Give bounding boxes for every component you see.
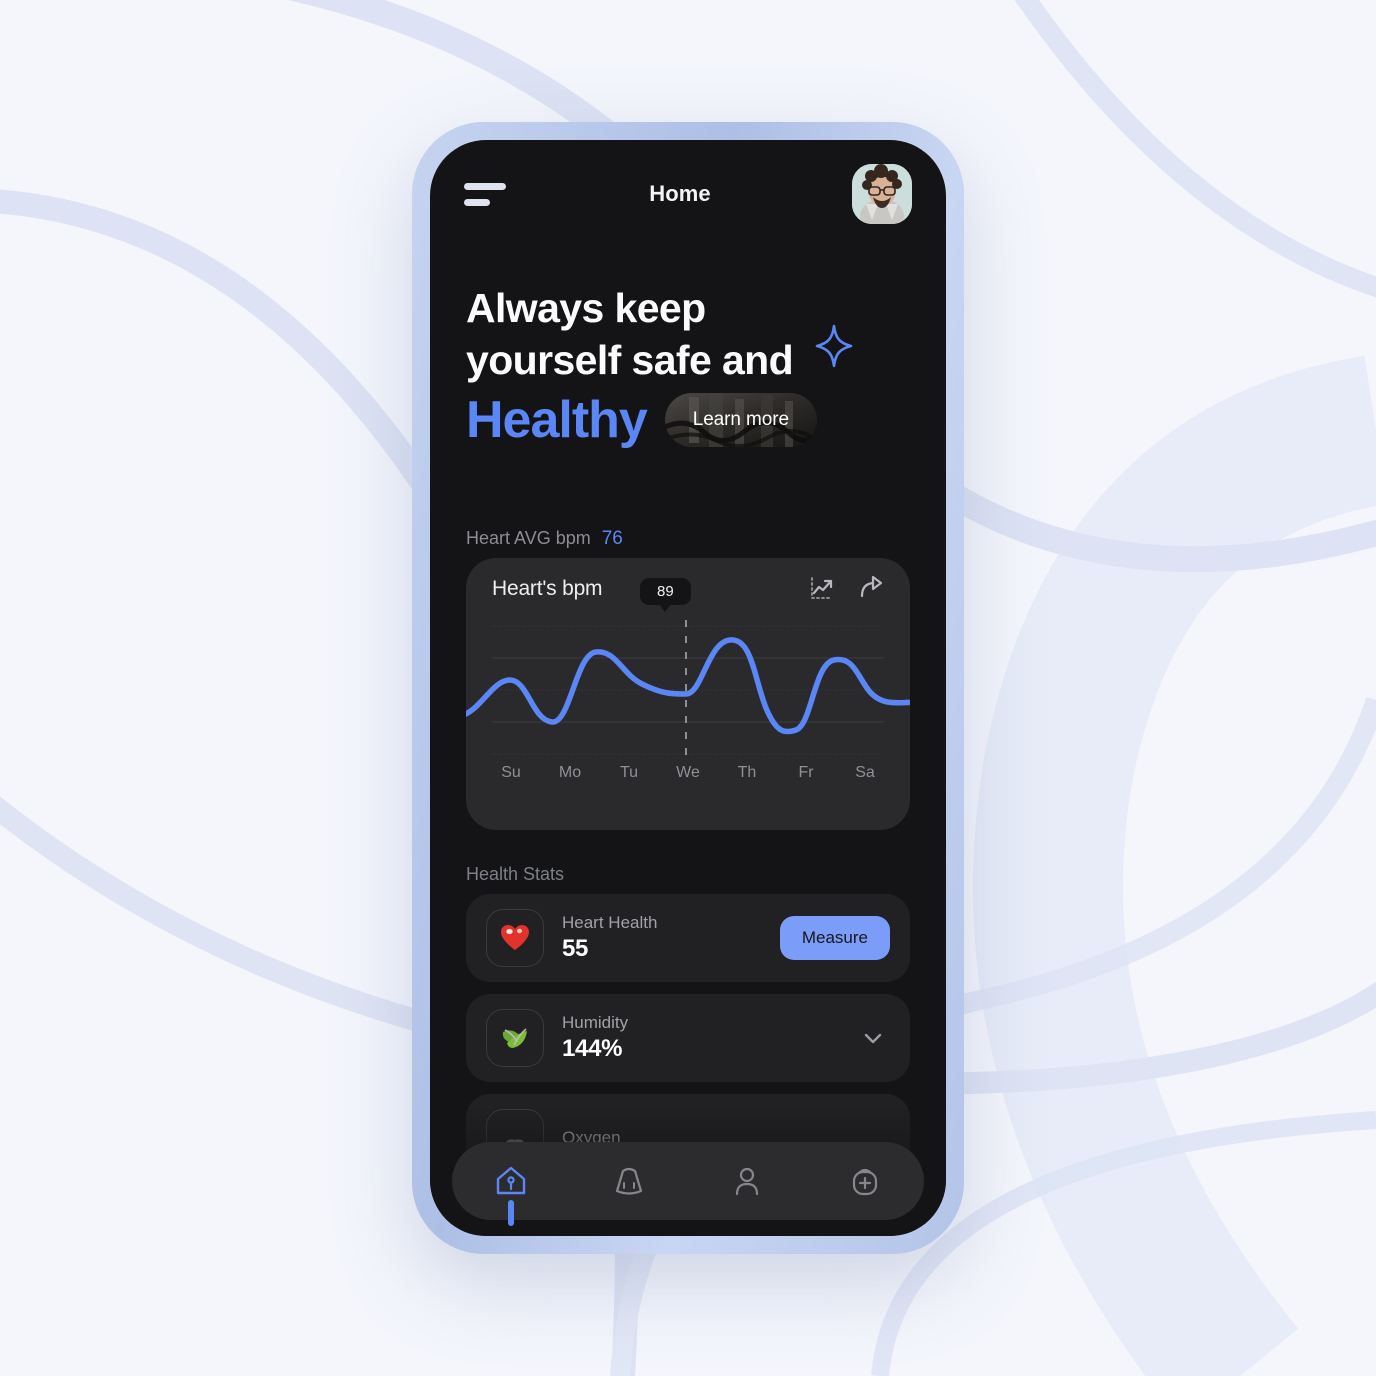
bpm-tooltip-tail [659,604,672,612]
chart-line-series [466,637,910,735]
stat-value: 55 [562,935,589,962]
bag-icon [615,1167,643,1195]
avatar-image [852,164,912,224]
bpm-tooltip-badge: 89 [640,578,691,612]
bpm-tooltip-value: 89 [657,583,674,600]
chevron-down-icon[interactable] [856,1021,890,1055]
page-canvas: Home Always keep yourself safe and Healt… [0,0,1376,1376]
phone-frame: Home Always keep yourself safe and Healt… [412,122,964,1254]
heart-avg-value: 76 [601,528,623,549]
chart-actions [808,574,886,602]
heart-avg-label: Heart AVG bpm [466,528,591,548]
nav-item-bag[interactable] [600,1152,658,1210]
health-stats-heading: Health Stats [466,864,565,884]
heart-avg-row: Heart AVG bpm 76 [466,528,623,550]
stat-row-humidity[interactable]: Humidity 144% [466,994,910,1082]
bottom-navigation-bar [452,1142,924,1226]
nav-item-profile[interactable] [718,1152,776,1210]
chart-gridlines [492,625,884,755]
stat-row-heart-health[interactable]: Heart Health 55 Measure [466,894,910,982]
chart-day-label-3: We [676,764,700,781]
nav-active-indicator [508,1200,514,1226]
hero-accent-word: Healthy [466,391,648,449]
home-icon [496,1166,526,1195]
stat-name: Humidity [562,1013,629,1032]
chart-title: Heart's bpm [492,577,603,600]
chart-day-label-1: Mo [558,764,582,781]
chart-day-label-4: Th [737,764,757,781]
hamburger-bar-top [464,182,506,190]
nav-item-add[interactable] [836,1152,894,1210]
measure-button[interactable]: Measure [779,916,890,960]
chart-day-label-2: Tu [619,764,639,781]
line-chart-icon[interactable] [808,574,836,602]
hero-accent-row: Healthy Learn more [466,389,910,451]
stat-value: 144% [562,1035,623,1062]
heart-icon [486,909,544,967]
learn-more-button[interactable]: Learn more [664,393,817,447]
app-topbar: Home [430,140,946,248]
learn-more-label: Learn more [692,409,789,430]
chart-day-label-0: Su [501,764,521,781]
hamburger-icon[interactable] [464,179,508,209]
chart-day-labels: Su Mo Tu We Th Fr Sa [488,764,888,782]
chart-day-label-5: Fr [798,764,814,781]
page-title: Home [649,181,711,206]
chart-header: Heart's bpm 89 [466,558,910,620]
chart-day-label-6: Sa [855,764,875,781]
hero-section: Always keep yourself safe and Healthy Le… [430,282,946,451]
share-icon[interactable] [858,574,886,602]
stat-text-heart-health: Heart Health 55 [562,912,780,964]
chart-plot [466,616,910,756]
stat-text-humidity: Humidity 144% [562,1012,856,1064]
sparkle-icon [815,324,853,368]
avatar[interactable] [852,164,912,224]
heart-bpm-chart-card: Heart's bpm 89 Su Mo Tu We Th Fr Sa [466,558,910,830]
nav-item-home[interactable] [482,1152,540,1226]
briefcase-plus-icon [852,1168,878,1196]
person-icon [735,1167,759,1196]
stat-name: Heart Health [562,913,658,932]
hamburger-bar-bottom [464,198,490,206]
leaf-icon [486,1009,544,1067]
phone-screen: Home Always keep yourself safe and Healt… [430,140,946,1236]
